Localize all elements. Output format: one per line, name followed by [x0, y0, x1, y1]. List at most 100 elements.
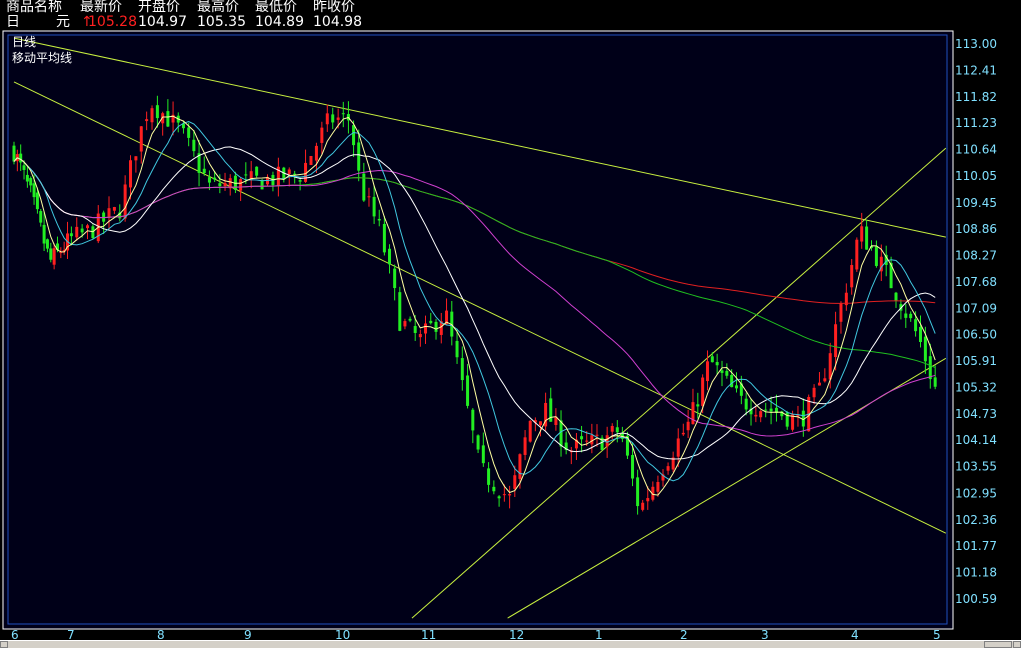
label-last: 最新价 [80, 0, 122, 15]
y-tick-label: 107.09 [955, 301, 997, 315]
candle-down [631, 455, 635, 479]
candle-down [218, 183, 222, 187]
y-tick-label: 109.45 [955, 196, 997, 210]
y-tick-label: 101.77 [955, 539, 997, 553]
candle-up [823, 378, 827, 382]
y-tick-label: 103.55 [955, 460, 997, 474]
label-name: 商品名称 [6, 0, 62, 15]
candle-down [487, 468, 491, 485]
candle-down [933, 377, 937, 387]
candle-down [377, 218, 381, 221]
candle-down [904, 313, 908, 318]
candle-up [502, 494, 506, 496]
candle-up [595, 434, 599, 436]
candle-up [641, 502, 645, 510]
y-tick-label: 102.36 [955, 513, 997, 527]
candle-down [19, 153, 23, 163]
x-tick-label: 3 [761, 628, 769, 640]
value-open: 104.97 [138, 14, 187, 30]
candle-up [112, 207, 116, 211]
value-prev-close: 104.98 [313, 14, 362, 30]
candle-up [676, 438, 680, 457]
y-tick-label: 104.14 [955, 433, 997, 447]
candle-down [45, 239, 49, 249]
candle-down [928, 356, 932, 380]
candle-up [336, 117, 340, 120]
candle-down [455, 340, 459, 358]
candle-down [331, 114, 335, 123]
candle-up [424, 323, 428, 334]
y-tick-label: 100.59 [955, 592, 997, 606]
x-tick-label: 12 [509, 628, 524, 640]
candle-up [828, 353, 832, 380]
candle-up [223, 183, 227, 187]
candle-up [834, 324, 838, 358]
candle-up [817, 382, 821, 386]
candle-down [22, 165, 26, 170]
candle-up [325, 113, 329, 125]
candle-up [812, 387, 816, 398]
candle-down [710, 356, 714, 363]
label-high: 最高价 [197, 0, 239, 15]
candle-up [656, 482, 660, 492]
candle-down [636, 477, 640, 507]
x-tick-label: 7 [67, 628, 75, 640]
candle-down [260, 180, 264, 190]
quote-header-values: 日 元 ↑ 105.28 104.97 105.35 104.89 104.98 [6, 15, 406, 30]
label-open: 开盘价 [138, 0, 180, 15]
x-tick-label: 5 [933, 628, 941, 640]
value-name: 日 [6, 14, 20, 30]
candle-down [769, 408, 773, 412]
label-prev-close: 昨收价 [313, 0, 355, 15]
candle-down [202, 168, 206, 174]
candlestick-chart: 113.00 112.41 111.82 111.23 110.64 110.05 109.… [2, 30, 997, 640]
candle-down [388, 248, 392, 265]
quote-header-labels: 商品名称 最新价 开盘价 最高价 最低价 昨收价 [6, 0, 406, 15]
y-tick-label: 111.23 [955, 116, 997, 130]
candle-down [413, 326, 417, 333]
candle-up [610, 425, 614, 432]
candle-up [287, 169, 291, 175]
candle-down [696, 404, 700, 407]
y-tick-label: 101.18 [955, 566, 997, 580]
candle-up [107, 208, 111, 218]
candle-up [860, 226, 864, 242]
candle-up [134, 156, 138, 161]
candle-down [192, 139, 196, 152]
y-tick-label: 113.00 [955, 37, 997, 51]
candle-down [213, 177, 217, 180]
candle-down [434, 321, 438, 332]
value-last: 105.28 [88, 14, 137, 30]
candle-down [580, 436, 584, 440]
x-tick-label: 4 [851, 628, 859, 640]
x-tick-label: 11 [421, 628, 436, 640]
candle-down [357, 142, 361, 171]
candle-up [314, 145, 318, 161]
candle-down [559, 420, 563, 447]
candle-down [69, 233, 73, 237]
candle-up [123, 184, 127, 219]
candle-up [850, 265, 854, 288]
y-tick-label: 102.95 [955, 486, 997, 500]
candle-up [86, 225, 90, 229]
candle-up [705, 361, 709, 382]
candle-up [666, 466, 670, 471]
candle-down [29, 178, 33, 186]
candle-down [398, 292, 402, 331]
candle-up [367, 196, 371, 198]
candle-up [538, 421, 542, 426]
candle-up [518, 454, 522, 479]
label-low: 最低价 [255, 0, 297, 15]
y-tick-label: 107.68 [955, 275, 997, 289]
y-tick-label: 108.86 [955, 222, 997, 236]
candle-up [320, 127, 324, 143]
candle-down [865, 226, 869, 250]
candle-up [605, 435, 609, 447]
value-high: 105.35 [197, 14, 246, 30]
candle-down [460, 358, 464, 381]
x-tick-label: 1 [595, 628, 603, 640]
candle-up [681, 432, 685, 435]
candle-down [42, 224, 46, 244]
x-tick-label: 2 [680, 628, 688, 640]
candle-down [255, 166, 259, 176]
